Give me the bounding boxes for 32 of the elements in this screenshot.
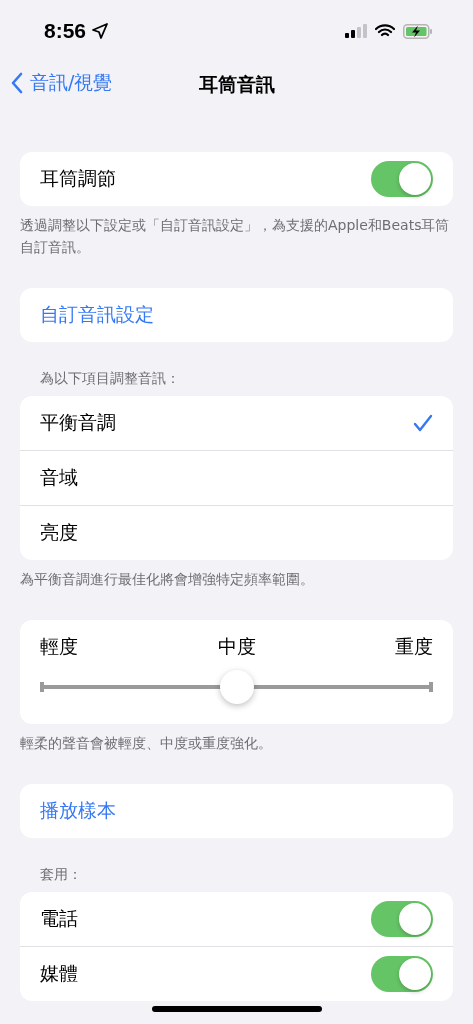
link-button[interactable]: 播放樣本: [40, 798, 116, 824]
toggle-switch[interactable]: [371, 901, 433, 937]
option-row[interactable]: 平衡音調: [20, 396, 453, 450]
battery-charging-icon: [403, 23, 433, 39]
row-label: 亮度: [40, 520, 78, 545]
checkmark-icon: [413, 414, 433, 432]
wifi-icon: [375, 24, 395, 38]
nav-title: 耳筒音訊: [198, 72, 275, 97]
chevron-left-icon: [10, 72, 24, 94]
slider-label: 輕度: [40, 634, 78, 659]
row-label: 耳筒調節: [40, 166, 116, 191]
back-button[interactable]: 音訊/視覺: [10, 70, 113, 96]
option-row[interactable]: 音域: [20, 450, 453, 505]
section-footer: 透過調整以下設定或「自訂音訊設定」，為支援的Apple和Beats耳筒自訂音訊。: [20, 217, 450, 255]
section-header: 套用：: [40, 866, 82, 882]
slider-label: 中度: [217, 634, 256, 659]
section-header: 為以下項目調整音訊：: [40, 370, 180, 386]
toggle-switch[interactable]: [371, 956, 433, 992]
section-footer: 輕柔的聲音會被輕度、中度或重度強化。: [20, 735, 272, 751]
signal-icon: [345, 24, 367, 38]
slider-label: 重度: [395, 634, 433, 659]
row-label: 媒體: [40, 961, 78, 986]
row-label: 電話: [40, 906, 78, 931]
link-button[interactable]: 自訂音訊設定: [40, 302, 154, 328]
row-label: 平衡音調: [40, 410, 116, 435]
location-arrow-icon: [92, 23, 109, 39]
row-label: 音域: [40, 465, 78, 490]
status-time: 8:56: [44, 19, 87, 43]
section-footer: 為平衡音調進行最佳化將會增強特定頻率範圍。: [20, 571, 314, 587]
slider-thumb[interactable]: [219, 670, 254, 704]
option-row[interactable]: 亮度: [20, 505, 453, 560]
toggle-switch[interactable]: [371, 161, 433, 197]
